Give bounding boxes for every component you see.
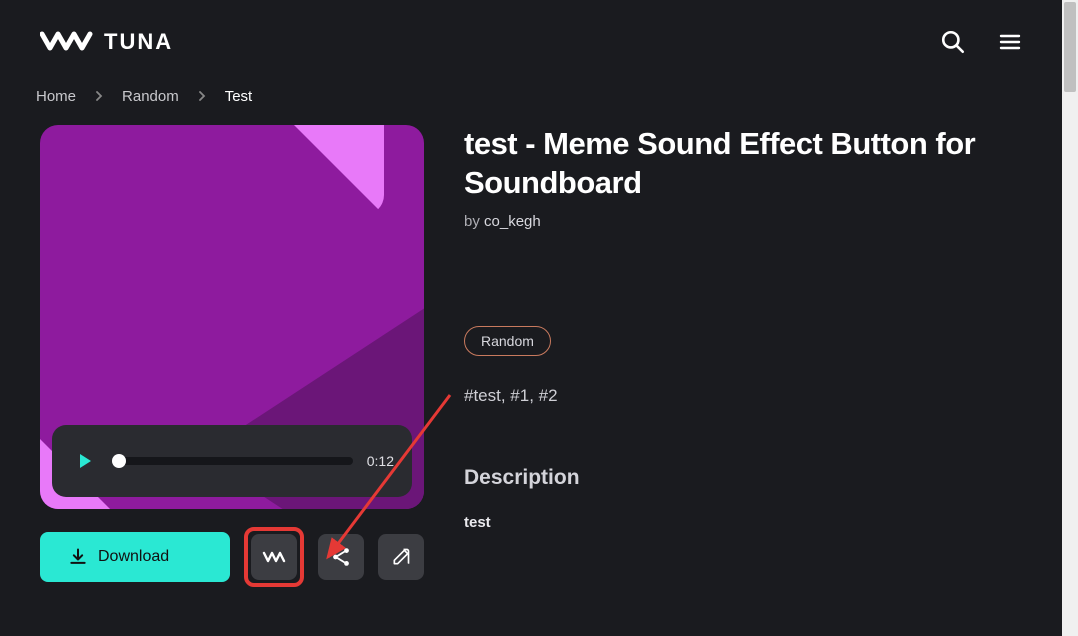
download-button[interactable]: Download — [40, 532, 230, 582]
breadcrumb: Home Random Test — [0, 76, 1062, 125]
author-link[interactable]: co_kegh — [484, 213, 541, 230]
share-button[interactable] — [318, 534, 364, 580]
scrollbar-thumb[interactable] — [1064, 2, 1076, 92]
chevron-right-icon — [197, 88, 207, 105]
progress-knob[interactable] — [112, 454, 126, 468]
byline: by co_kegh — [464, 213, 1022, 230]
breadcrumb-random[interactable]: Random — [122, 88, 179, 105]
chevron-right-icon — [94, 88, 104, 105]
vertical-scrollbar[interactable] — [1062, 0, 1078, 636]
annotation-highlight — [244, 527, 304, 587]
menu-button[interactable] — [998, 30, 1022, 54]
search-button[interactable] — [940, 29, 966, 55]
header: TUNA — [0, 0, 1062, 76]
hash-tags: #test, #1, #2 — [464, 386, 1022, 406]
edit-button[interactable] — [378, 534, 424, 580]
download-label: Download — [98, 548, 169, 566]
voicemod-icon — [262, 549, 286, 565]
sound-artwork: 0:12 — [40, 125, 424, 509]
progress-slider[interactable] — [114, 457, 353, 465]
download-icon — [68, 547, 88, 567]
play-button[interactable] — [70, 446, 100, 476]
breadcrumb-home[interactable]: Home — [36, 88, 76, 105]
hamburger-icon — [998, 30, 1022, 54]
search-icon — [940, 29, 966, 55]
voicemod-button[interactable] — [251, 534, 297, 580]
breadcrumb-current: Test — [225, 88, 253, 105]
sound-title: test - Meme Sound Effect Button for Soun… — [464, 125, 1022, 203]
description-text: test — [464, 514, 1022, 531]
description-heading: Description — [464, 466, 1022, 490]
brand-mark-icon — [40, 28, 96, 56]
audio-player: 0:12 — [52, 425, 412, 497]
share-icon — [330, 546, 352, 568]
brand-name: TUNA — [104, 29, 173, 55]
category-tag[interactable]: Random — [464, 326, 551, 356]
edit-icon — [391, 547, 411, 567]
play-icon — [75, 451, 95, 471]
brand-logo[interactable]: TUNA — [40, 28, 173, 56]
duration-label: 0:12 — [367, 453, 394, 469]
